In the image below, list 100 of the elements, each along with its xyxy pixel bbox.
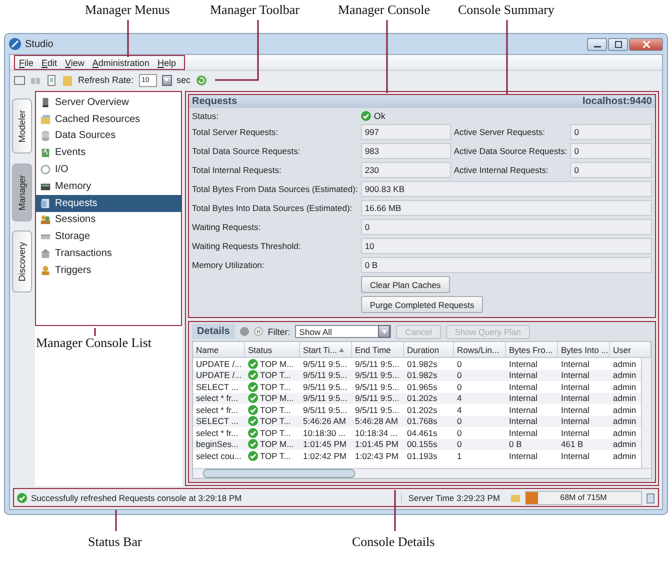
console-list-item[interactable]: Storage (36, 228, 181, 246)
side-tab[interactable]: Discovery (12, 231, 32, 293)
filter-dropdown[interactable]: Show All (295, 325, 392, 338)
status-check-icon (248, 439, 258, 450)
console-list-item[interactable]: Sessions (36, 212, 181, 228)
value-field: 10 (360, 238, 652, 254)
table-cell-text: 1:02:42 PM (302, 450, 348, 461)
dropdown-button[interactable] (162, 74, 172, 86)
database-icon (40, 130, 51, 142)
field-label: Waiting Requests Threshold: (192, 241, 302, 251)
leader-line (394, 490, 396, 531)
column-header[interactable]: Name (193, 342, 245, 357)
table-cell-text: Internal (508, 416, 538, 426)
field-label: Total Server Requests: (192, 127, 279, 137)
table-cell-text: admin (612, 428, 638, 438)
console-list-item[interactable]: Cached Resources (36, 110, 181, 128)
status-text: TOP T... (260, 450, 291, 461)
column-header[interactable]: Bytes Into ... (558, 342, 610, 357)
table-cell-text: 461 B (560, 439, 584, 450)
side-tab[interactable]: Manager (12, 164, 32, 222)
console-list-item[interactable]: Data Sources (36, 128, 181, 144)
table-cell-text: 01.202s (406, 393, 438, 404)
table-cell-text: 10:18:34 ... (354, 428, 399, 438)
success-check-icon (17, 492, 27, 502)
table-cell-text: admin (612, 404, 638, 415)
table-cell-text: Internal (560, 358, 590, 369)
refresh-rate-label: Refresh Rate: (78, 75, 134, 85)
status-check-icon (248, 382, 258, 392)
field-label: Memory Utilization: (192, 260, 266, 270)
callout-label: Manager Menus (85, 2, 170, 18)
vertical-scrollbar[interactable] (641, 358, 651, 468)
stop-icon[interactable] (240, 327, 249, 336)
column-header[interactable]: User (610, 342, 651, 357)
status-text: TOP T... (260, 404, 291, 415)
table-cell-text: 01.982s (406, 370, 438, 380)
table-cell-text: 0 B (508, 439, 523, 450)
field-label: Active Data Source Requests: (454, 146, 568, 156)
table-cell-text: 9/5/11 9:5... (302, 370, 348, 380)
column-header[interactable]: Bytes Fro... (506, 342, 558, 357)
console-list-item[interactable]: Transactions (36, 245, 181, 262)
table-cell-text: 9/5/11 9:5... (302, 393, 348, 404)
table-cell-text: Internal (560, 404, 590, 415)
table-cell-text: Internal (560, 428, 590, 438)
console-list-item[interactable]: Memory (36, 178, 181, 195)
table-cell-text: 9/5/11 9:5... (354, 404, 400, 415)
menu-item[interactable]: File (17, 58, 40, 68)
column-header[interactable]: End Time (352, 342, 404, 357)
requests-icon (40, 198, 51, 209)
menu-item[interactable]: View (63, 58, 90, 68)
table-cell-text: admin (612, 450, 638, 461)
action-button[interactable]: Purge Completed Requests (360, 296, 484, 313)
table-cell-text: 0 (456, 428, 463, 438)
side-tab[interactable]: Modeler (12, 99, 32, 154)
column-header[interactable]: Status (245, 342, 300, 357)
status-text: TOP T... (260, 428, 291, 438)
field-label: Total Internal Requests: (192, 165, 282, 175)
column-header[interactable]: Start Ti... (300, 342, 352, 357)
close-button[interactable] (629, 38, 663, 50)
table-cell-text: Internal (560, 450, 590, 461)
console-list-item[interactable]: Requests (36, 194, 181, 212)
window-icon[interactable] (14, 74, 25, 86)
leader-line (94, 328, 96, 336)
caret-icon (382, 330, 387, 334)
status-check-icon (248, 393, 258, 404)
horizontal-scrollbar[interactable] (193, 468, 651, 478)
console-list-item[interactable]: Events (36, 144, 181, 162)
refresh-icon[interactable] (196, 74, 207, 86)
action-button[interactable]: Clear Plan Caches (360, 276, 450, 293)
table-cell-text: 9/5/11 9:5... (354, 382, 400, 392)
table-cell-text: 9/5/11 9:5... (302, 404, 348, 415)
column-header[interactable]: Duration (404, 342, 454, 357)
field-label: Total Data Source Requests: (192, 146, 302, 156)
value-field: 16.66 MB (360, 200, 652, 216)
table-cell-text: 9/5/11 9:5... (354, 393, 400, 404)
menu-item[interactable]: Help (155, 58, 182, 68)
status-text: TOP M... (260, 393, 294, 404)
status-check-icon (248, 428, 258, 438)
app-logo-icon (9, 38, 21, 50)
table-cell-text: 0 (456, 382, 463, 392)
document-icon[interactable] (46, 74, 57, 86)
column-header[interactable]: Rows/Lin... (454, 342, 506, 357)
table-cell-text: 0 (456, 416, 463, 426)
table-cell-text: 9/5/11 9:5... (302, 382, 348, 392)
table-cell-text: Internal (508, 404, 538, 415)
status-message: Successfully refreshed Requests console at 3:29:18 PM (31, 492, 242, 502)
callout-label: Status Bar (88, 534, 142, 550)
minimize-button[interactable] (587, 38, 607, 50)
console-list-item[interactable]: Triggers (36, 262, 181, 279)
menu-item[interactable]: Edit (40, 58, 64, 68)
table-cell-text: beginSes... (195, 439, 240, 450)
table-cell-text: 5:46:26 AM (302, 416, 348, 426)
table-cell-text: 1:01:45 PM (302, 439, 348, 450)
pause-icon[interactable] (254, 327, 263, 336)
table-cell-text: 9/5/11 9:5... (302, 358, 348, 369)
maximize-button[interactable] (608, 38, 628, 50)
console-list-item[interactable]: I/O (36, 161, 181, 178)
table-cell-text: admin (612, 439, 638, 450)
menu-item[interactable]: Administration (90, 58, 156, 68)
status-text: TOP T... (260, 382, 291, 392)
console-list-item[interactable]: Server Overview (36, 94, 181, 111)
